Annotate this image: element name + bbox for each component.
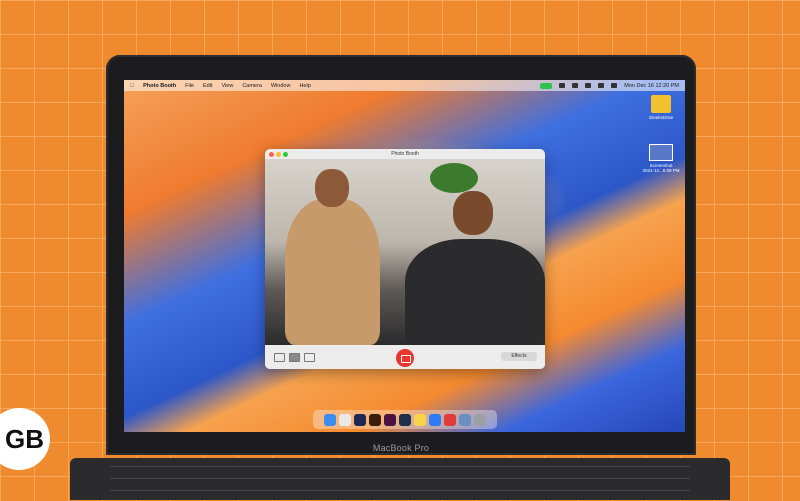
menu-clock[interactable]: Mon Dec 16 12:20 PM (624, 83, 679, 89)
camera-preview (265, 159, 545, 345)
menu-edit[interactable]: Edit (203, 83, 212, 89)
person-left-head (315, 169, 349, 207)
menu-window[interactable]: Window (271, 83, 291, 89)
lightroom-icon[interactable] (399, 413, 411, 426)
menu-camera[interactable]: Camera (242, 83, 262, 89)
search-icon[interactable] (598, 83, 605, 88)
finder-icon[interactable] (324, 413, 336, 426)
desktop-item-screenshot[interactable]: Screenshot 2024-12...6.09 PM (638, 144, 684, 173)
screenshot-label-line2: 2024-12...6.09 PM (642, 168, 680, 173)
minimize-button[interactable] (276, 151, 281, 157)
device-model-label: MacBook Pro (372, 443, 430, 453)
trash-icon[interactable] (474, 413, 486, 426)
effects-button[interactable]: Effects (501, 352, 537, 361)
folder-icon (651, 95, 671, 113)
photo-booth-window: Photo Booth Effects (265, 149, 545, 369)
control-center-icon[interactable] (611, 83, 618, 88)
apple-icon[interactable]:  (130, 83, 134, 89)
preview-icon[interactable] (459, 413, 471, 426)
menu-view[interactable]: View (221, 83, 233, 89)
window-toolbar: Effects (265, 345, 545, 369)
indesign-icon[interactable] (384, 413, 396, 426)
menu-app-name[interactable]: Photo Booth (143, 83, 176, 89)
menu-bar:  Photo Booth File Edit View Camera Wind… (124, 80, 685, 91)
video-mode-icon[interactable] (304, 352, 315, 362)
menu-file[interactable]: File (185, 83, 194, 89)
close-button[interactable] (269, 151, 274, 157)
window-titlebar[interactable]: Photo Booth (265, 149, 545, 159)
key-row (110, 490, 690, 501)
notes-icon[interactable] (414, 413, 426, 426)
zoom-button[interactable] (283, 151, 288, 157)
take-photo-button[interactable] (396, 349, 414, 367)
person-right-head (453, 191, 493, 235)
photoshop-icon[interactable] (354, 413, 366, 426)
watermark-logo: GB (0, 408, 50, 470)
cloud-icon[interactable] (559, 83, 566, 88)
wifi-icon[interactable] (585, 83, 592, 88)
battery-icon[interactable] (572, 83, 579, 88)
grid-view-icon[interactable] (274, 352, 285, 362)
chrome-icon[interactable] (339, 413, 351, 426)
screenshot-thumbnail (649, 144, 673, 161)
illustrator-icon[interactable] (369, 413, 381, 426)
key-row (110, 478, 690, 489)
keyboard (70, 458, 730, 500)
mac-desktop:  Photo Booth File Edit View Camera Wind… (124, 80, 685, 432)
person-left (285, 169, 380, 345)
photo-booth-icon[interactable] (444, 413, 456, 426)
drive-label: iGeeksDrive (648, 115, 674, 120)
desktop-item-drive[interactable]: iGeeksDrive (646, 95, 676, 120)
person-right (405, 191, 545, 345)
app-store-icon[interactable] (429, 413, 441, 426)
dock (313, 410, 497, 429)
window-title: Photo Booth (391, 151, 419, 157)
key-row (110, 466, 690, 477)
plant (430, 163, 478, 193)
camera-in-use-icon[interactable] (540, 82, 553, 89)
single-photo-view-icon[interactable] (289, 352, 300, 362)
menu-help[interactable]: Help (299, 83, 310, 89)
status-area: Mon Dec 16 12:20 PM (540, 82, 679, 89)
